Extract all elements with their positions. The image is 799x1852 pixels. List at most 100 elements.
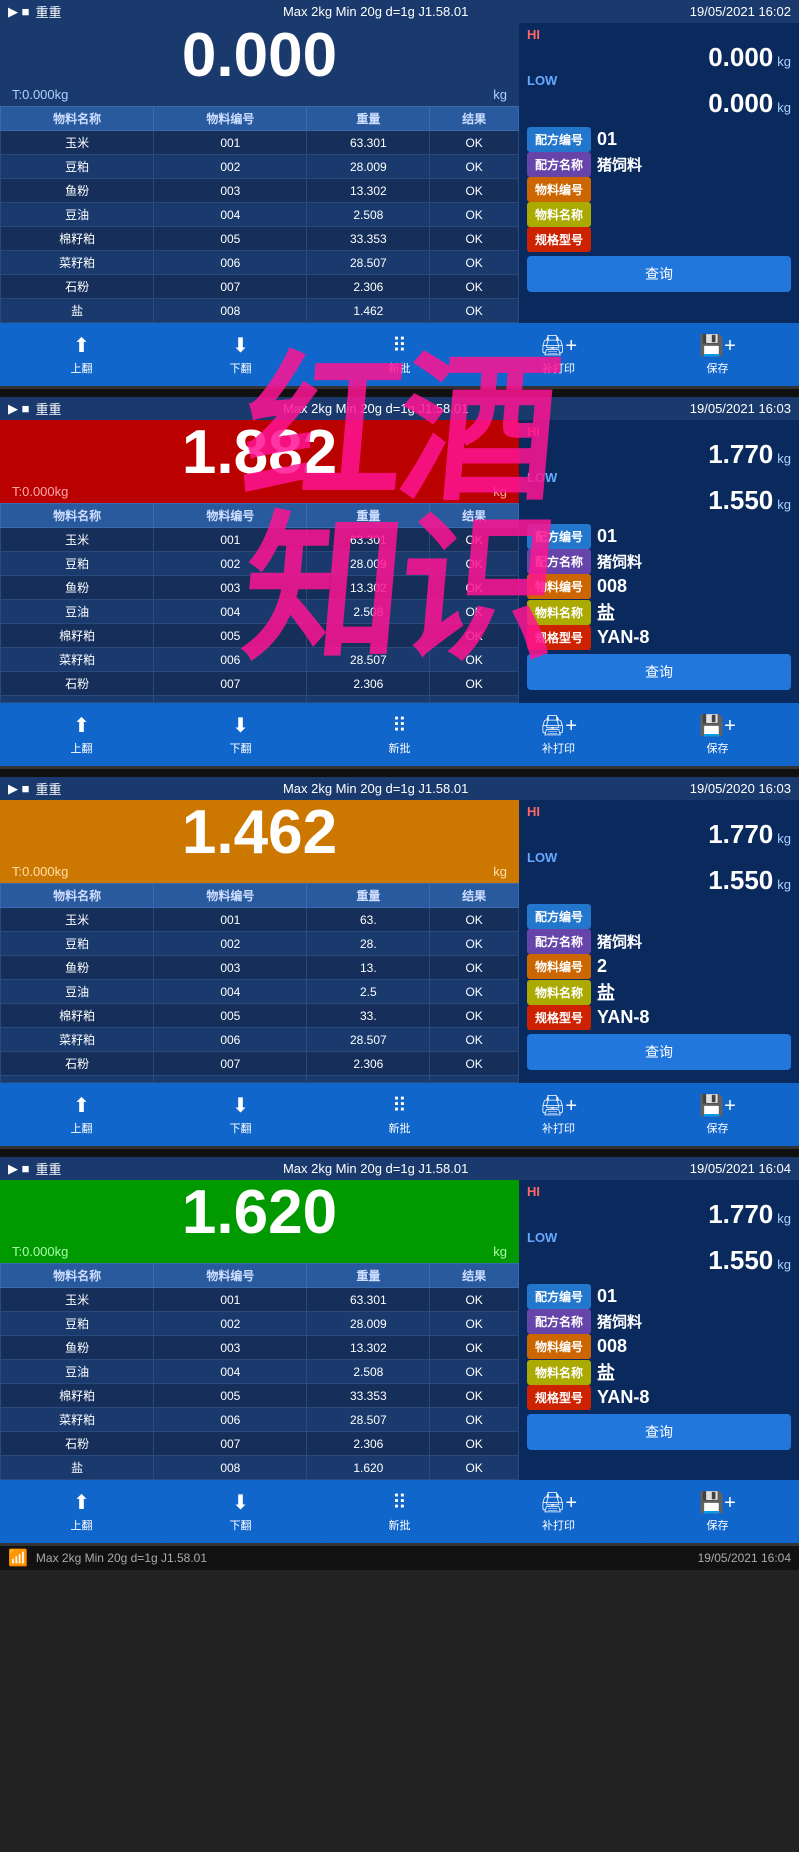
btn-up-3[interactable]: ⬆ 上翻 — [4, 1087, 159, 1142]
col-header-result-4: 结果 — [430, 1264, 519, 1288]
spec-label-2: Max 2kg Min 20g d=1g J1.58.01 — [283, 401, 468, 416]
btn-newbatch-icon-4: ⠿ — [392, 1490, 407, 1515]
table-cell: OK — [430, 956, 519, 980]
table-cell: OK — [430, 932, 519, 956]
table-row: 豆油0042.508OK — [1, 1360, 519, 1384]
status-left-4: ▶ ■ 重重 — [8, 1159, 61, 1178]
table-cell: 菜籽粕 — [1, 648, 154, 672]
low-label-4: LOW — [527, 1230, 791, 1245]
formula-name-value-2: 猪饲料 — [597, 551, 642, 572]
table-cell: OK — [430, 1312, 519, 1336]
material-name-label-4: 物料名称 — [527, 1360, 591, 1385]
data-table-4: 物料名称 物料编号 重量 结果 玉米00163.301OK豆粕00228.009… — [0, 1263, 519, 1480]
formula-name-row-1: 配方名称 猪饲料 — [527, 152, 791, 177]
btn-down-4[interactable]: ⬇ 下翻 — [163, 1484, 318, 1539]
table-cell: 28.009 — [307, 552, 430, 576]
btn-newbatch-icon-1: ⠿ — [392, 333, 407, 358]
spec-row-1: 规格型号 — [527, 227, 791, 252]
table-cell: 28.507 — [307, 1028, 430, 1052]
table-row: 菜籽粕00628.507OK — [1, 648, 519, 672]
table-cell: 13.302 — [307, 179, 430, 203]
btn-save-4[interactable]: 💾+ 保存 — [640, 1484, 795, 1539]
btn-reprint-2[interactable]: 🖨+ 补打印 — [481, 707, 636, 762]
spec-value-3: YAN-8 — [597, 1007, 649, 1028]
table-cell: 33. — [307, 1004, 430, 1028]
table-cell — [154, 1076, 307, 1083]
status-left-3: ▶ ■ 重重 — [8, 779, 61, 798]
table-cell — [154, 696, 307, 703]
btn-down-icon-4: ⬇ — [232, 1490, 249, 1515]
left-section-2: 1.882 T:0.000kg kg 物料名称 物料编号 重量 结果 玉米001… — [0, 420, 519, 703]
table-row: 鱼粉00313.302OK — [1, 179, 519, 203]
unit-2: kg — [493, 484, 507, 499]
btn-up-4[interactable]: ⬆ 上翻 — [4, 1484, 159, 1539]
col-header-name-4: 物料名称 — [1, 1264, 154, 1288]
btn-save-3[interactable]: 💾+ 保存 — [640, 1087, 795, 1142]
main-display-1: 0.000 T:0.000kg kg 物料名称 物料编号 重量 结果 玉 — [0, 23, 799, 323]
hi-value-2: 1.770 — [708, 439, 773, 470]
weight-label-4: 重重 — [35, 1159, 61, 1178]
btn-down-1[interactable]: ⬇ 下翻 — [163, 327, 318, 382]
hi-value-row-4: 1.770 kg — [527, 1199, 791, 1230]
formula-name-label-3: 配方名称 — [527, 929, 591, 954]
table-cell: 003 — [154, 1336, 307, 1360]
query-button-3[interactable]: 查询 — [527, 1034, 791, 1070]
left-section-4: 1.620 T:0.000kg kg 物料名称 物料编号 重量 结果 玉米001… — [0, 1180, 519, 1480]
btn-newbatch-1[interactable]: ⠿ 新批 — [322, 327, 477, 382]
material-name-value-2: 盐 — [597, 599, 615, 625]
table-cell: OK — [430, 227, 519, 251]
query-button-1[interactable]: 查询 — [527, 256, 791, 292]
table-cell: 007 — [154, 1432, 307, 1456]
table-row — [1, 696, 519, 703]
col-header-no-4: 物料编号 — [154, 1264, 307, 1288]
weight-display-4: 1.620 — [8, 1182, 511, 1244]
table-cell: 菜籽粕 — [1, 251, 154, 275]
spec-label-btn-2: 规格型号 — [527, 625, 591, 650]
formula-name-value-1: 猪饲料 — [597, 154, 642, 175]
low-value-3: 1.550 — [708, 865, 773, 896]
table-row: 鱼粉00313.OK — [1, 956, 519, 980]
btn-reprint-4[interactable]: 🖨+ 补打印 — [481, 1484, 636, 1539]
status-bar-2: ▶ ■ 重重 Max 2kg Min 20g d=1g J1.58.01 19/… — [0, 397, 799, 420]
status-bar-4: ▶ ■ 重重 Max 2kg Min 20g d=1g J1.58.01 19/… — [0, 1157, 799, 1180]
material-no-row-4: 物料编号 008 — [527, 1334, 791, 1359]
hi-label-2: HI — [527, 424, 791, 439]
main-display-2: 1.882 T:0.000kg kg 物料名称 物料编号 重量 结果 玉米001… — [0, 420, 799, 703]
btn-reprint-1[interactable]: 🖨+ 补打印 — [481, 327, 636, 382]
table-cell: 1.620 — [307, 1456, 430, 1480]
btn-newbatch-3[interactable]: ⠿ 新批 — [322, 1087, 477, 1142]
btn-newbatch-2[interactable]: ⠿ 新批 — [322, 707, 477, 762]
table-cell: 2.306 — [307, 275, 430, 299]
col-header-weight-1: 重量 — [307, 107, 430, 131]
table-cell — [307, 624, 430, 648]
query-button-4[interactable]: 查询 — [527, 1414, 791, 1450]
col-header-name-2: 物料名称 — [1, 504, 154, 528]
material-no-row-3: 物料编号 2 — [527, 954, 791, 979]
btn-up-2[interactable]: ⬆ 上翻 — [4, 707, 159, 762]
bottom-datetime: 19/05/2021 16:04 — [698, 1551, 791, 1565]
btn-up-1[interactable]: ⬆ 上翻 — [4, 327, 159, 382]
table-cell — [1, 696, 154, 703]
low-value-4: 1.550 — [708, 1245, 773, 1276]
btn-down-3[interactable]: ⬇ 下翻 — [163, 1087, 318, 1142]
left-section-1: 0.000 T:0.000kg kg 物料名称 物料编号 重量 结果 玉 — [0, 23, 519, 323]
table-cell: 33.353 — [307, 227, 430, 251]
data-table-1: 物料名称 物料编号 重量 结果 玉米00163.301OK豆粕00228.009… — [0, 106, 519, 323]
low-unit-4: kg — [777, 1257, 791, 1272]
btn-down-2[interactable]: ⬇ 下翻 — [163, 707, 318, 762]
btn-newbatch-4[interactable]: ⠿ 新批 — [322, 1484, 477, 1539]
material-name-row-2: 物料名称 盐 — [527, 599, 791, 625]
col-header-name-1: 物料名称 — [1, 107, 154, 131]
btn-save-2[interactable]: 💾+ 保存 — [640, 707, 795, 762]
btn-save-1[interactable]: 💾+ 保存 — [640, 327, 795, 382]
table-row: 棉籽粕00533.353OK — [1, 227, 519, 251]
status-icons-4: ▶ ■ — [8, 1161, 29, 1177]
table-row: 棉籽粕00533.OK — [1, 1004, 519, 1028]
main-display-3: 1.462 T:0.000kg kg 物料名称 物料编号 重量 结果 玉米001… — [0, 800, 799, 1083]
spec-value-4: YAN-8 — [597, 1387, 649, 1408]
table-cell: 007 — [154, 1052, 307, 1076]
low-value-1: 0.000 — [708, 88, 773, 119]
material-no-label-1: 物料编号 — [527, 177, 591, 202]
query-button-2[interactable]: 查询 — [527, 654, 791, 690]
btn-reprint-3[interactable]: 🖨+ 补打印 — [481, 1087, 636, 1142]
